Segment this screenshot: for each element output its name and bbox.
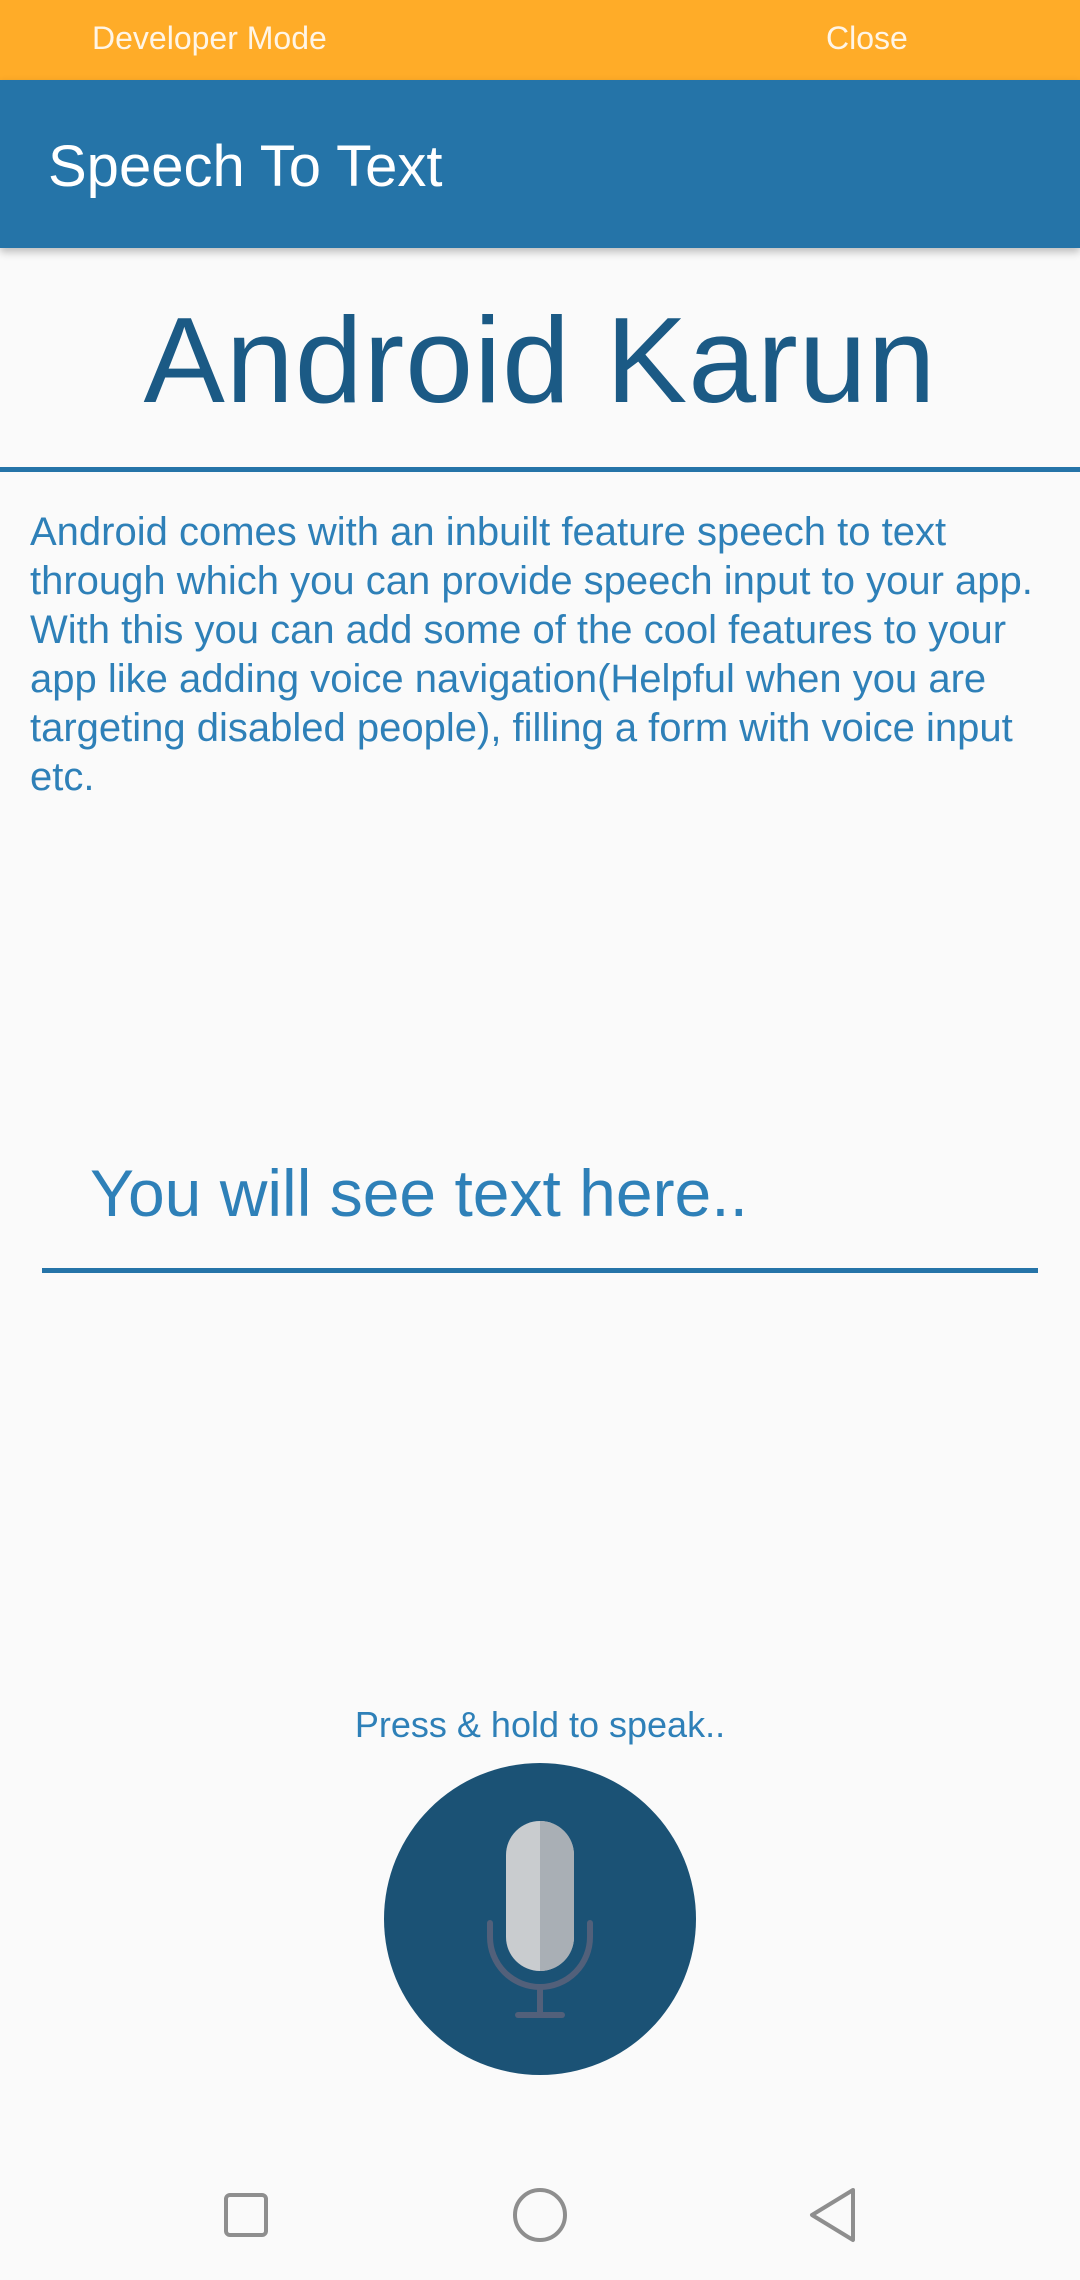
microphone-icon: [487, 1821, 593, 2018]
app-title: Speech To Text: [48, 134, 443, 199]
speech-output-text: You will see text here..: [90, 1156, 748, 1230]
navigation-bar: [0, 2140, 1080, 2280]
description-text: Android comes with an inbuilt feature sp…: [30, 510, 1033, 799]
headline-divider: [0, 467, 1080, 472]
close-button[interactable]: Close: [826, 20, 908, 57]
developer-mode-label: Developer Mode: [92, 20, 327, 56]
developer-mode-bar: Developer Mode Close: [0, 0, 1080, 80]
mic-button[interactable]: [384, 1763, 696, 2075]
triangle-back-icon[interactable]: [798, 2180, 868, 2250]
circle-icon[interactable]: [505, 2180, 575, 2250]
app-toolbar: Speech To Text: [0, 80, 1080, 248]
square-icon[interactable]: [212, 2180, 282, 2250]
press-hold-hint: Press & hold to speak..: [354, 1704, 726, 1745]
output-divider: [42, 1268, 1038, 1273]
headline: Android Karun: [143, 292, 937, 428]
